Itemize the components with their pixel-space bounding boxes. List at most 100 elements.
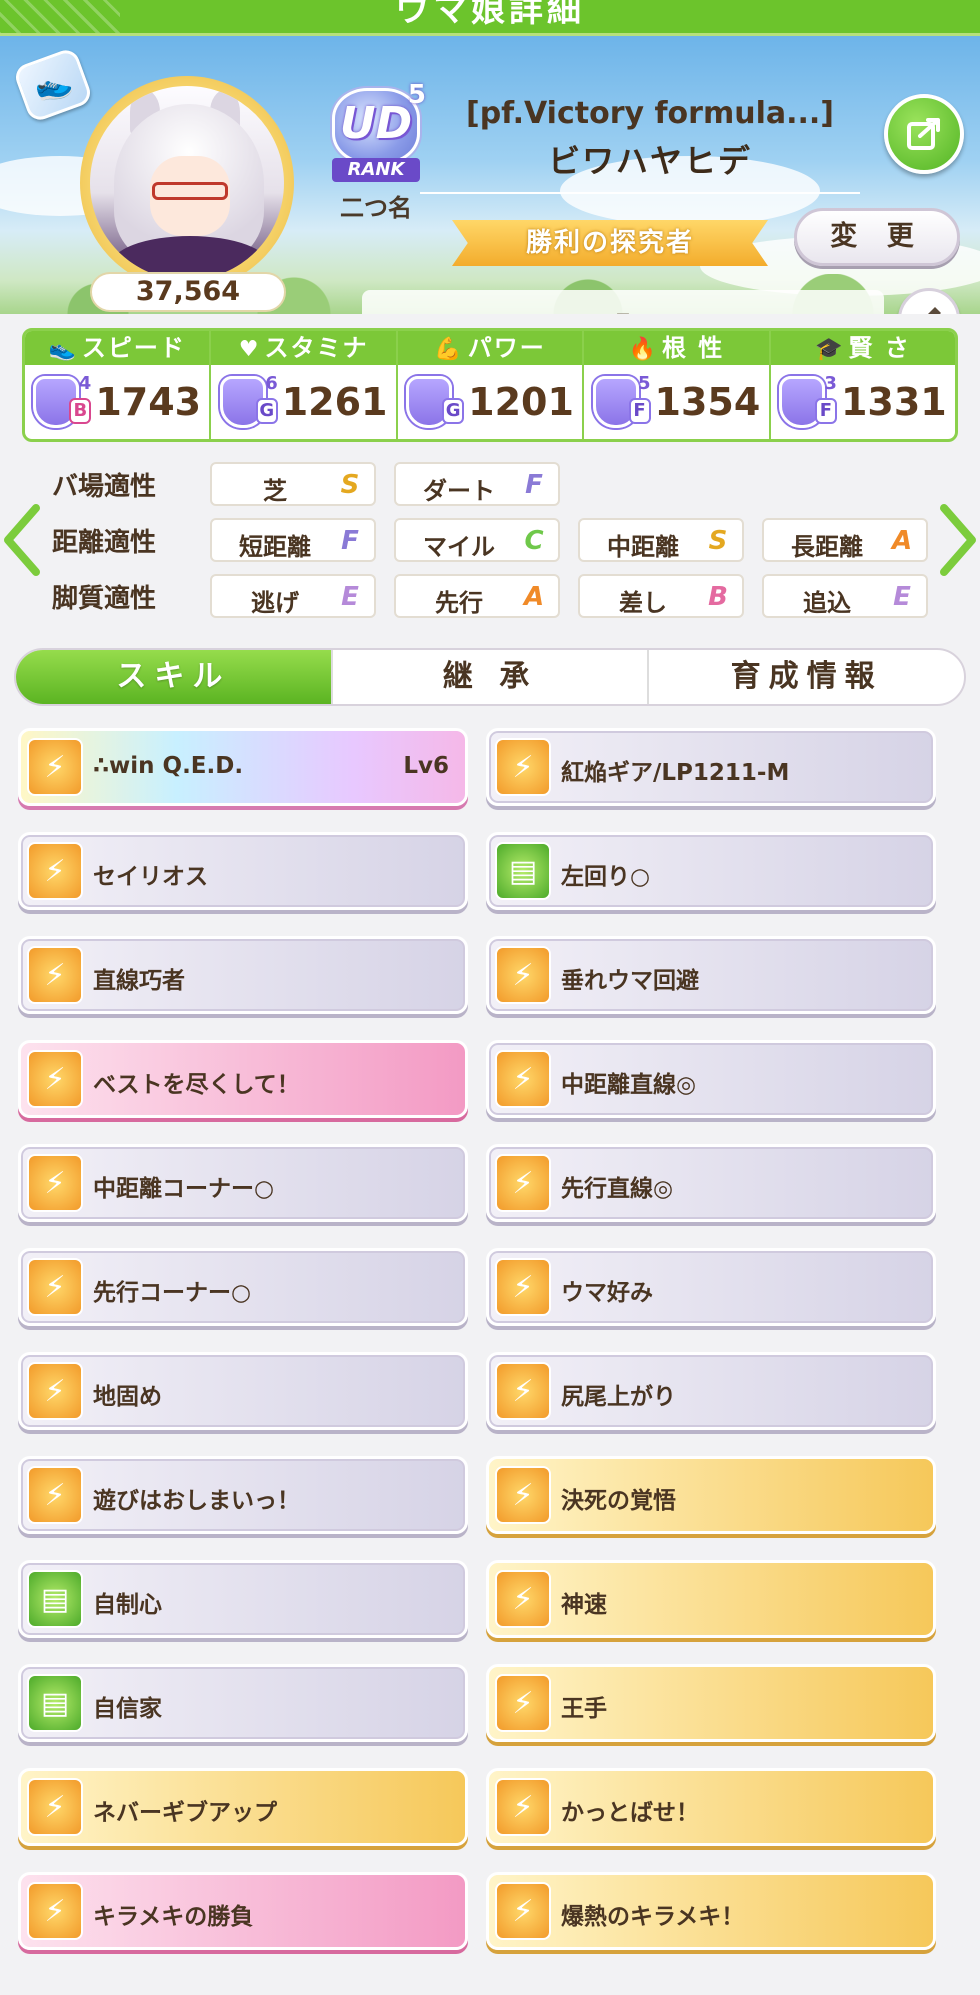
grade-number: 5 bbox=[638, 373, 651, 394]
stat-power: 💪 パワー G 1201 bbox=[397, 331, 585, 439]
skill-name: 地固め bbox=[93, 1384, 162, 1410]
share-button[interactable] bbox=[884, 94, 964, 174]
grade-letter: F bbox=[814, 398, 837, 424]
stat-label: スピード bbox=[81, 334, 186, 362]
skill-card[interactable]: ▤ 左回り○ bbox=[486, 832, 936, 910]
grade-letter: G bbox=[255, 398, 278, 424]
shoe-icon: 👟 bbox=[48, 337, 78, 362]
heart-icon: ♥ bbox=[238, 337, 261, 362]
skill-card[interactable]: ⚡ 紅焔ギア/LP1211-M bbox=[486, 728, 936, 806]
skill-card[interactable]: ⚡ 先行コーナー○ bbox=[18, 1248, 468, 1326]
aptitude-grade: E bbox=[893, 582, 911, 612]
prev-arrow-button[interactable] bbox=[0, 500, 44, 580]
skill-speed-icon: ⚡ bbox=[27, 1362, 83, 1420]
glasses bbox=[152, 182, 228, 200]
portrait-frame[interactable] bbox=[80, 76, 294, 290]
aptitude-grade: B bbox=[708, 582, 728, 612]
comment-box[interactable]: – bbox=[362, 290, 884, 314]
share-icon bbox=[907, 118, 940, 150]
skill-name: 中距離コーナー○ bbox=[93, 1176, 275, 1202]
aptitude-grade: C bbox=[524, 526, 544, 556]
skill-card[interactable]: ⚡ ベストを尽くして！ bbox=[18, 1040, 468, 1118]
next-arrow-button[interactable] bbox=[936, 500, 980, 580]
skill-card[interactable]: ⚡ 爆熱のキラメキ！ bbox=[486, 1872, 936, 1950]
tab-bar: スキル 継 承 育成情報 bbox=[14, 648, 966, 706]
skill-speed-icon: ⚡ bbox=[27, 1778, 83, 1836]
skill-card[interactable]: ⚡ かっとばせ！ bbox=[486, 1768, 936, 1846]
stat-label: 賢 さ bbox=[848, 334, 911, 362]
rank-number: 5 bbox=[407, 80, 426, 110]
skill-speed-icon: ⚡ bbox=[495, 1466, 551, 1524]
skill-name: 左回り○ bbox=[561, 864, 651, 890]
skill-recovery-icon: ▤ bbox=[495, 842, 551, 900]
change-epithet-button[interactable]: 変 更 bbox=[794, 208, 960, 266]
tab-training-info[interactable]: 育成情報 bbox=[649, 650, 964, 704]
skill-card[interactable]: ⚡ 地固め bbox=[18, 1352, 468, 1430]
stat-wisdom: 🎓 賢 さ 3 F 1331 bbox=[770, 331, 955, 439]
stat-value: 1261 bbox=[281, 380, 388, 424]
skill-speed-icon: ⚡ bbox=[495, 1362, 551, 1420]
skill-card[interactable]: ⚡ 遊びはおしまいっ！ bbox=[18, 1456, 468, 1534]
skill-name: ウマ好み bbox=[561, 1280, 653, 1306]
skill-speed-icon: ⚡ bbox=[495, 946, 551, 1004]
skill-card[interactable]: ⚡ 王手 bbox=[486, 1664, 936, 1742]
muscle-icon: 💪 bbox=[434, 337, 464, 362]
skill-card[interactable]: ⚡ 神速 bbox=[486, 1560, 936, 1638]
skill-card[interactable]: ⚡ 先行直線◎ bbox=[486, 1144, 936, 1222]
epithet-ribbon: 勝利の探究者 bbox=[452, 220, 768, 266]
skill-speed-icon: ⚡ bbox=[495, 1154, 551, 1212]
stat-grade-badge: G bbox=[406, 374, 465, 430]
skill-name: 直線巧者 bbox=[93, 968, 185, 994]
aptitude-grade: S bbox=[340, 470, 360, 500]
aptitude-grade: S bbox=[708, 526, 728, 556]
tab-inheritance[interactable]: 継 承 bbox=[333, 650, 650, 704]
grade-number: 3 bbox=[824, 373, 837, 394]
skill-name: かっとばせ！ bbox=[561, 1800, 699, 1826]
skill-level: Lv6 bbox=[403, 753, 449, 779]
skill-card[interactable]: ⚡ セイリオス bbox=[18, 832, 468, 910]
aptitude-grade: F bbox=[341, 526, 359, 556]
stat-value: 1201 bbox=[468, 380, 574, 424]
shoe-icon[interactable]: 👟 bbox=[12, 46, 94, 124]
skill-speed-icon: ⚡ bbox=[495, 1882, 551, 1940]
skill-speed-icon: ⚡ bbox=[495, 1570, 551, 1628]
aptitude-item: 芝 S bbox=[210, 462, 376, 506]
skill-speed-icon: ⚡ bbox=[27, 738, 83, 796]
skill-speed-icon: ⚡ bbox=[27, 1050, 83, 1108]
aptitude-row-distance: 距離適性 短距離 F マイル C 中距離 S 長距離 A bbox=[40, 518, 940, 564]
skill-card[interactable]: ⚡ キラメキの勝負 bbox=[18, 1872, 468, 1950]
flame-icon: 🔥 bbox=[628, 337, 658, 362]
skill-name: 神速 bbox=[561, 1592, 607, 1618]
skill-card[interactable]: ⚡ 尻尾上がり bbox=[486, 1352, 936, 1430]
skill-card[interactable]: ⚡ 直線巧者 bbox=[18, 936, 468, 1014]
skill-name: 王手 bbox=[561, 1696, 607, 1722]
skill-card[interactable]: ▤ 自信家 bbox=[18, 1664, 468, 1742]
skill-card[interactable]: ⚡ ネバーギブアップ bbox=[18, 1768, 468, 1846]
chevron-left-icon bbox=[4, 504, 40, 576]
skill-name: ベストを尽くして！ bbox=[93, 1072, 300, 1098]
aptitude-item: 逃げ E bbox=[210, 574, 376, 618]
skill-card[interactable]: ▤ 自制心 bbox=[18, 1560, 468, 1638]
skill-card[interactable]: ⚡ 中距離直線◎ bbox=[486, 1040, 936, 1118]
skill-card[interactable]: ⚡ 決死の覚悟 bbox=[486, 1456, 936, 1534]
character-portrait bbox=[90, 86, 284, 280]
skill-name: ∴win Q.E.D. bbox=[93, 753, 244, 779]
skill-name: キラメキの勝負 bbox=[93, 1904, 254, 1930]
tab-skills[interactable]: スキル bbox=[16, 650, 333, 704]
skill-speed-icon: ⚡ bbox=[27, 1882, 83, 1940]
aptitude-item: 差し B bbox=[578, 574, 744, 618]
skill-recovery-icon: ▤ bbox=[27, 1674, 83, 1732]
skill-speed-icon: ⚡ bbox=[27, 842, 83, 900]
aptitude-label: バ場適性 bbox=[52, 472, 157, 502]
chevron-right-icon bbox=[940, 504, 976, 576]
top-bar: ウマ娘詳細 bbox=[0, 0, 980, 36]
skill-card[interactable]: ⚡ 中距離コーナー○ bbox=[18, 1144, 468, 1222]
rank-badge: UD 5 RANK bbox=[326, 80, 426, 188]
skill-name: 中距離直線◎ bbox=[561, 1072, 697, 1098]
profile-header: 👟 37,564 UD 5 RANK 二つ名 [pf.Victory formu… bbox=[0, 36, 980, 314]
grade-letter: B bbox=[69, 398, 92, 424]
skill-card[interactable]: ⚡ 垂れウマ回避 bbox=[486, 936, 936, 1014]
skill-card[interactable]: ⚡ ウマ好み bbox=[486, 1248, 936, 1326]
skill-card[interactable]: ⚡ ∴win Q.E.D. Lv6 bbox=[18, 728, 468, 806]
aptitude-row-strategy: 脚質適性 逃げ E 先行 A 差し B 追込 E bbox=[40, 574, 940, 620]
